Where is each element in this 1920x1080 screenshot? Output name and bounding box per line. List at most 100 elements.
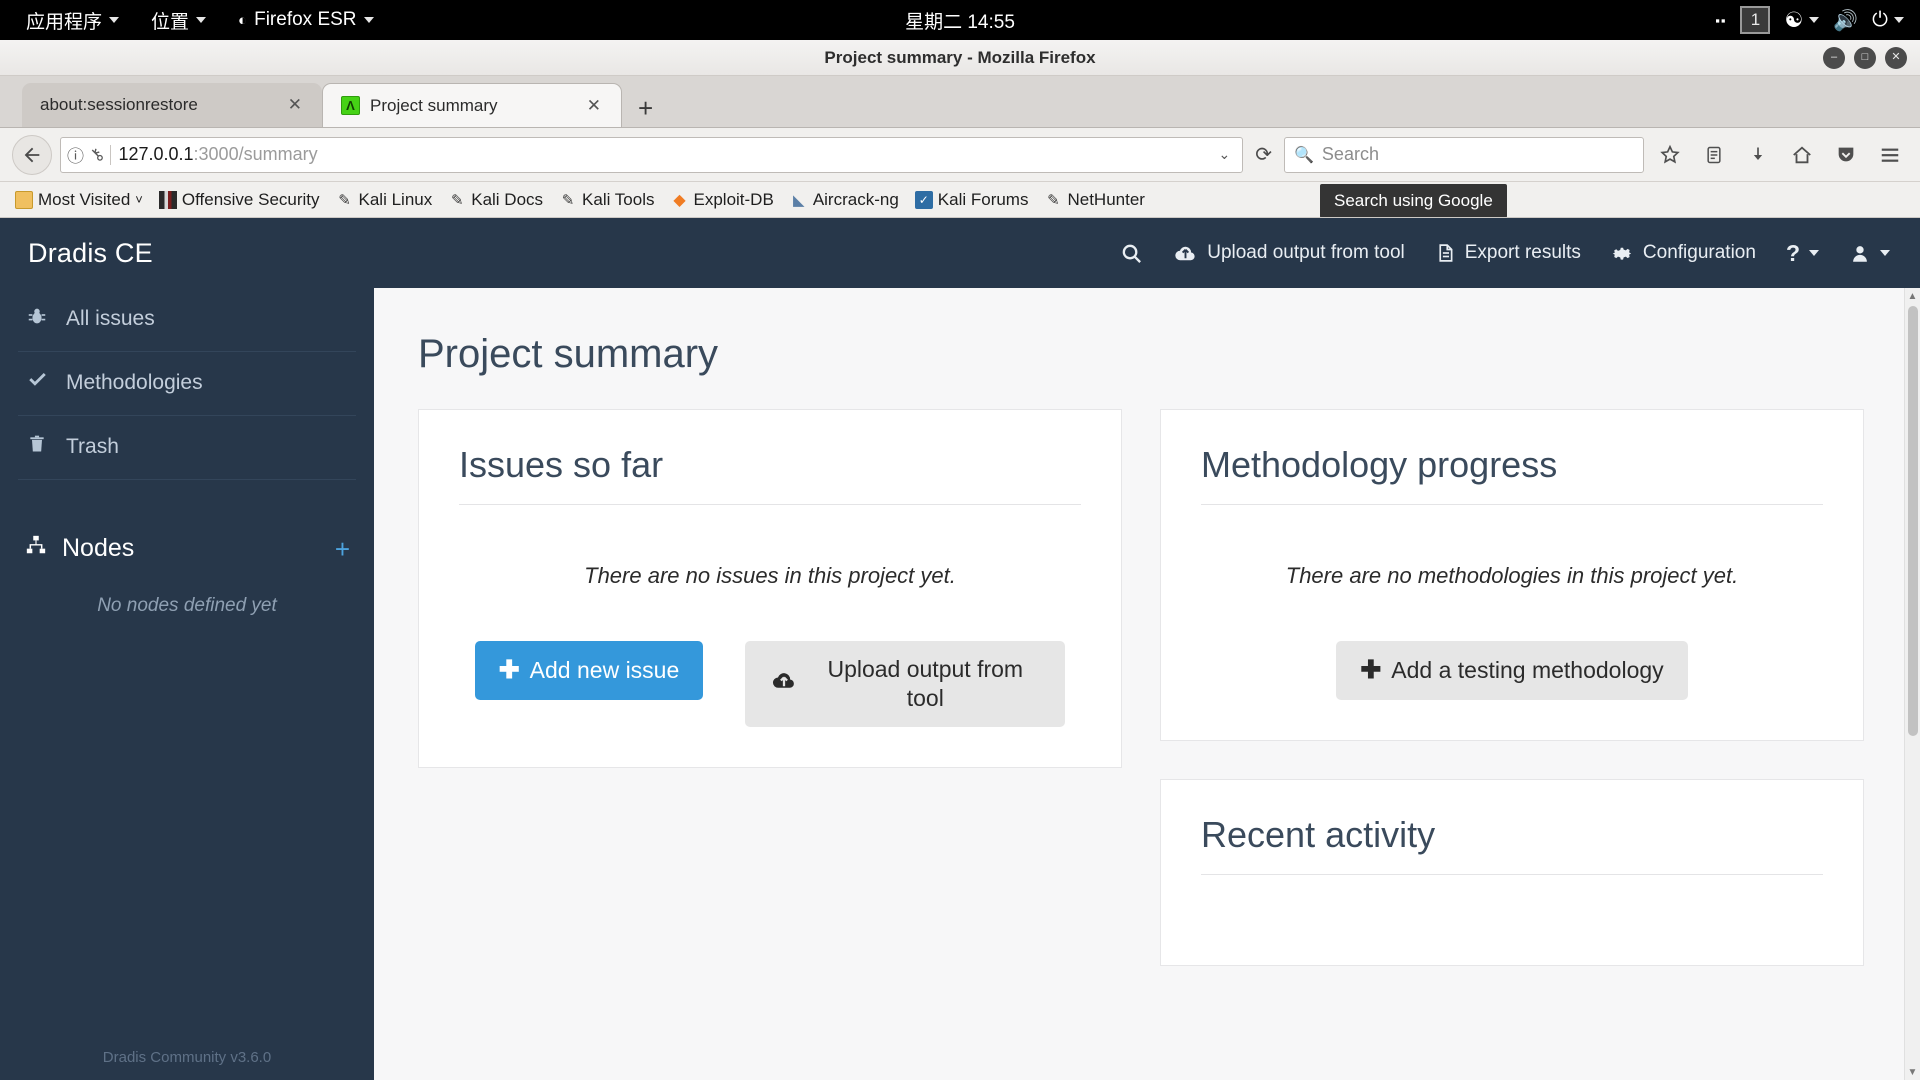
site-info-icon[interactable]: ⓘ xyxy=(67,142,84,167)
pocket-icon[interactable] xyxy=(1828,135,1864,175)
bookmark-offensive-security[interactable]: Offensive Security xyxy=(152,187,327,213)
new-tab-button[interactable]: + xyxy=(622,95,669,127)
nav-search-button[interactable] xyxy=(1120,242,1143,265)
bookmark-aircrack-ng[interactable]: ◣ Aircrack-ng xyxy=(783,187,906,213)
sidebar-item-methodologies[interactable]: Methodologies xyxy=(0,352,374,415)
bookmark-most-visited[interactable]: Most Visited ˅ xyxy=(8,187,150,213)
right-column: Methodology progress There are no method… xyxy=(1160,409,1864,967)
scroll-up-arrow[interactable]: ▲ xyxy=(1905,288,1920,304)
dradis-favicon: Λ xyxy=(341,96,360,115)
url-host: 127.0.0.1 xyxy=(118,144,194,164)
reload-button[interactable]: ⟳ xyxy=(1251,142,1276,167)
issues-card: Issues so far There are no issues in thi… xyxy=(418,409,1122,768)
search-input[interactable]: Search xyxy=(1322,144,1379,165)
kali-dragon-icon: ✎ xyxy=(338,191,351,209)
bookmark-kali-linux[interactable]: ✎ Kali Linux xyxy=(329,187,440,213)
chevron-down-icon: ˅ xyxy=(135,192,143,207)
nav-upload-output[interactable]: Upload output from tool xyxy=(1173,242,1405,265)
sidebar-footer: Dradis Community v3.6.0 xyxy=(0,1049,374,1080)
button-label: Upload output from tool xyxy=(827,656,1024,711)
bookmark-label: Kali Tools xyxy=(582,189,655,209)
sidebar-item-trash[interactable]: Trash xyxy=(0,416,374,479)
menu-icon[interactable] xyxy=(1872,135,1908,175)
help-icon: ? xyxy=(1785,239,1800,266)
bookmark-kali-forums[interactable]: ✓ Kali Forums xyxy=(908,187,1036,213)
accessibility-icon: ☯ xyxy=(1784,8,1804,32)
tab-project-summary[interactable]: Λ Project summary ✕ xyxy=(322,83,622,127)
trash-icon xyxy=(24,433,50,461)
applications-menu[interactable]: 应用程序 xyxy=(0,0,135,40)
minimize-button[interactable]: – xyxy=(1823,46,1845,69)
home-icon[interactable] xyxy=(1784,135,1820,175)
power-menu[interactable]: ⏻ xyxy=(1872,9,1904,32)
scroll-down-arrow[interactable]: ▼ xyxy=(1905,1064,1920,1080)
search-bar[interactable]: 🔍 Search xyxy=(1284,136,1644,173)
bookmark-kali-tools[interactable]: ✎ Kali Tools xyxy=(552,187,661,213)
desktop-top-panel: 应用程序 位置 ◐ Firefox ESR 星期二 14:55 ▪▪ 1 ☯ 🔊… xyxy=(0,0,1920,40)
recent-activity-card-title: Recent activity xyxy=(1201,814,1823,876)
app-version-label: Dradis Community v3.6.0 xyxy=(102,1049,272,1066)
methodology-card: Methodology progress There are no method… xyxy=(1160,409,1864,742)
window-title: Project summary - Mozilla Firefox xyxy=(824,47,1096,67)
methodology-actions: ✚ Add a testing methodology xyxy=(1201,641,1823,701)
plus-icon: ✚ xyxy=(498,656,520,684)
close-icon[interactable]: ✕ xyxy=(282,95,308,115)
firefox-window: Project summary - Mozilla Firefox – □ ✕ … xyxy=(0,40,1920,1080)
sidebar-item-all-issues[interactable]: All issues xyxy=(0,288,374,351)
sidebar-item-label: Methodologies xyxy=(66,371,203,394)
add-node-button[interactable]: + xyxy=(335,536,350,562)
page-scrollbar[interactable]: ▲ ▼ xyxy=(1904,288,1920,1080)
scrollbar-thumb[interactable] xyxy=(1907,306,1918,736)
workspace-switcher-icon[interactable]: ▪▪ xyxy=(1715,13,1726,28)
nav-export-results[interactable]: Export results xyxy=(1435,241,1581,265)
chevron-down-icon xyxy=(363,17,374,23)
nav-user-menu[interactable] xyxy=(1849,242,1890,265)
search-tooltip: Search using Google xyxy=(1320,184,1507,217)
nav-configuration[interactable]: Configuration xyxy=(1611,242,1756,265)
bookmark-label: NetHunter xyxy=(1067,189,1145,209)
add-new-issue-button[interactable]: ✚ Add new issue xyxy=(474,641,704,701)
sitemap-icon xyxy=(24,534,48,563)
upload-output-from-tool-button[interactable]: Upload output from tool xyxy=(745,641,1066,727)
app-header: Dradis CE Upload output from tool Export… xyxy=(0,218,1920,288)
document-icon xyxy=(1439,244,1453,262)
volume-icon[interactable]: 🔊 xyxy=(1833,8,1858,33)
downloads-icon[interactable] xyxy=(1740,135,1776,175)
cards-grid: Issues so far There are no issues in thi… xyxy=(418,409,1864,967)
issues-empty-message: There are no issues in this project yet. xyxy=(584,563,956,588)
nav-help-menu[interactable]: ? xyxy=(1786,240,1819,267)
issues-actions: ✚ Add new issue Upload output from tool xyxy=(459,641,1081,727)
close-icon[interactable]: ✕ xyxy=(581,96,607,116)
user-icon xyxy=(1853,245,1867,262)
applications-menu-label: 应用程序 xyxy=(26,11,103,33)
accessibility-menu[interactable]: ☯ xyxy=(1784,8,1820,33)
saved-login-key-icon[interactable]: ⚷ xyxy=(86,143,109,166)
library-icon[interactable] xyxy=(1696,135,1732,175)
back-button[interactable] xyxy=(12,134,52,175)
chevron-down-icon xyxy=(1894,17,1904,23)
button-label: Add a testing methodology xyxy=(1391,657,1664,684)
aircrack-ng-icon: ◣ xyxy=(793,191,805,209)
firefox-launcher[interactable]: ◐ Firefox ESR xyxy=(222,0,389,40)
content-inner: Project summary Issues so far There are … xyxy=(374,288,1904,1080)
add-testing-methodology-button[interactable]: ✚ Add a testing methodology xyxy=(1336,641,1688,701)
maximize-button[interactable]: □ xyxy=(1854,46,1876,69)
tab-sessionrestore[interactable]: about:sessionrestore ✕ xyxy=(22,83,322,127)
check-icon xyxy=(24,369,50,397)
dradis-app: Dradis CE Upload output from tool Export… xyxy=(0,218,1920,1080)
window-controls: – □ ✕ xyxy=(1823,46,1920,69)
app-brand[interactable]: Dradis CE xyxy=(28,238,153,269)
scrollbar-track[interactable] xyxy=(1905,304,1920,1064)
chevron-down-icon[interactable]: ⌄ xyxy=(1215,146,1235,163)
plus-icon: ✚ xyxy=(1360,656,1382,684)
bookmark-star-icon[interactable] xyxy=(1652,135,1688,175)
bookmark-kali-docs[interactable]: ✎ Kali Docs xyxy=(441,187,550,213)
bookmark-nethunter[interactable]: ✎ NetHunter xyxy=(1037,187,1151,213)
url-bar[interactable]: ⓘ ⚷ 127.0.0.1:3000/summary ⌄ xyxy=(60,136,1244,173)
workspace-indicator[interactable]: 1 xyxy=(1740,6,1771,34)
close-button[interactable]: ✕ xyxy=(1885,46,1907,69)
sidebar-section-nodes[interactable]: Nodes + xyxy=(0,524,374,573)
bookmark-exploit-db[interactable]: ◆ Exploit-DB xyxy=(664,187,781,213)
offensive-security-icon xyxy=(158,190,177,209)
places-menu[interactable]: 位置 xyxy=(135,0,222,40)
